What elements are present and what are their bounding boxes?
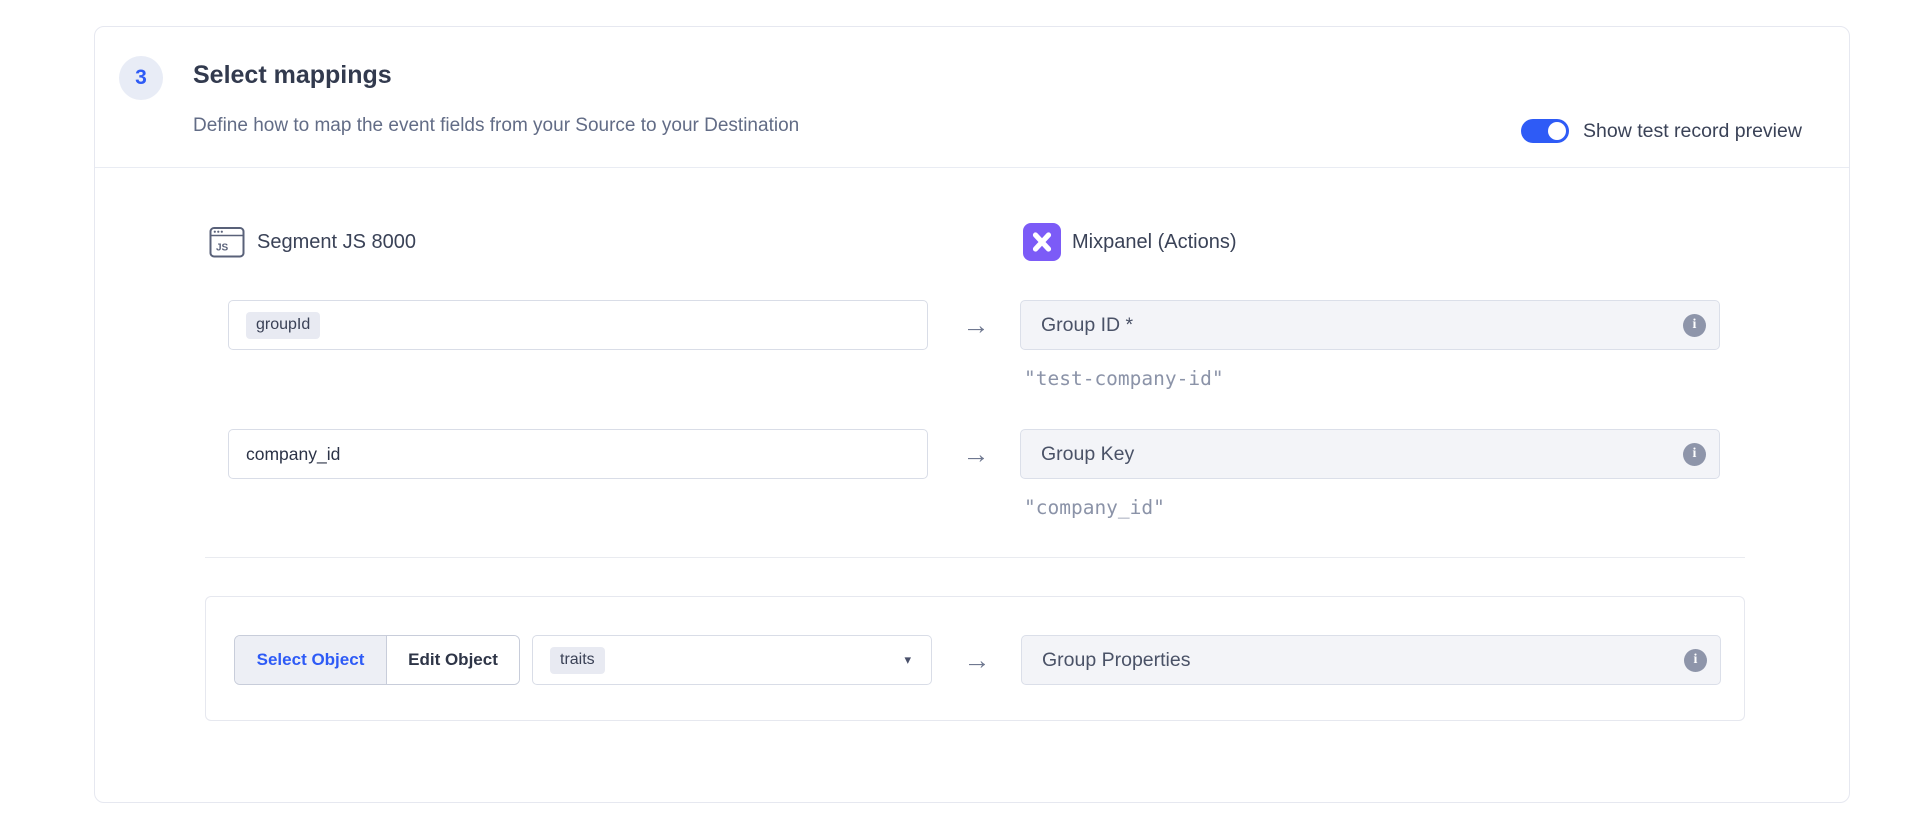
mapping-arrow-icon: → [957, 635, 997, 685]
object-source-token[interactable]: traits [550, 647, 605, 674]
source-field-input[interactable]: company_id [228, 429, 928, 479]
source-field-text: company_id [246, 444, 340, 465]
source-column-header: JS Segment JS 8000 [208, 223, 416, 261]
svg-text:JS: JS [216, 243, 229, 254]
select-mappings-card: 3 Select mappings Define how to map the … [94, 26, 1850, 803]
mixpanel-icon [1023, 223, 1061, 261]
chevron-down-icon: ▾ [904, 652, 911, 668]
page-subtitle: Define how to map the event fields from … [193, 115, 799, 137]
destination-field: Group Key i [1020, 429, 1720, 479]
js-browser-window-icon: JS [208, 223, 246, 261]
test-record-preview-value: "company_id" [1024, 496, 1165, 519]
step-number-badge: 3 [119, 56, 163, 100]
show-test-record-toggle[interactable] [1521, 119, 1569, 143]
info-icon[interactable]: i [1683, 443, 1706, 466]
destination-column-header: Mixpanel (Actions) [1023, 223, 1237, 261]
object-source-dropdown[interactable]: traits ▾ [532, 635, 932, 685]
header-divider [95, 167, 1849, 168]
toggle-label: Show test record preview [1583, 120, 1802, 143]
source-name: Segment JS 8000 [257, 231, 416, 254]
destination-field-label: Group ID * [1041, 314, 1683, 337]
section-divider [205, 557, 1745, 558]
destination-field-label: Group Properties [1042, 649, 1684, 672]
select-object-button[interactable]: Select Object [235, 636, 386, 684]
page-title: Select mappings [193, 61, 392, 90]
object-mapping-section: Select Object Edit Object traits ▾ → Gro… [205, 596, 1745, 721]
destination-field: Group ID * i [1020, 300, 1720, 350]
object-mode-button-group: Select Object Edit Object [234, 635, 520, 685]
mapping-arrow-icon: → [956, 300, 996, 350]
source-field-input[interactable]: groupId [228, 300, 928, 350]
info-icon[interactable]: i [1683, 314, 1706, 337]
source-field-token[interactable]: groupId [246, 312, 320, 339]
destination-field: Group Properties i [1021, 635, 1721, 685]
mapping-arrow-icon: → [956, 429, 996, 479]
edit-object-button[interactable]: Edit Object [386, 636, 519, 684]
info-icon[interactable]: i [1684, 649, 1707, 672]
destination-name: Mixpanel (Actions) [1072, 231, 1237, 254]
toggle-knob [1548, 122, 1566, 140]
test-record-preview-value: "test-company-id" [1024, 367, 1224, 390]
destination-field-label: Group Key [1041, 443, 1683, 466]
